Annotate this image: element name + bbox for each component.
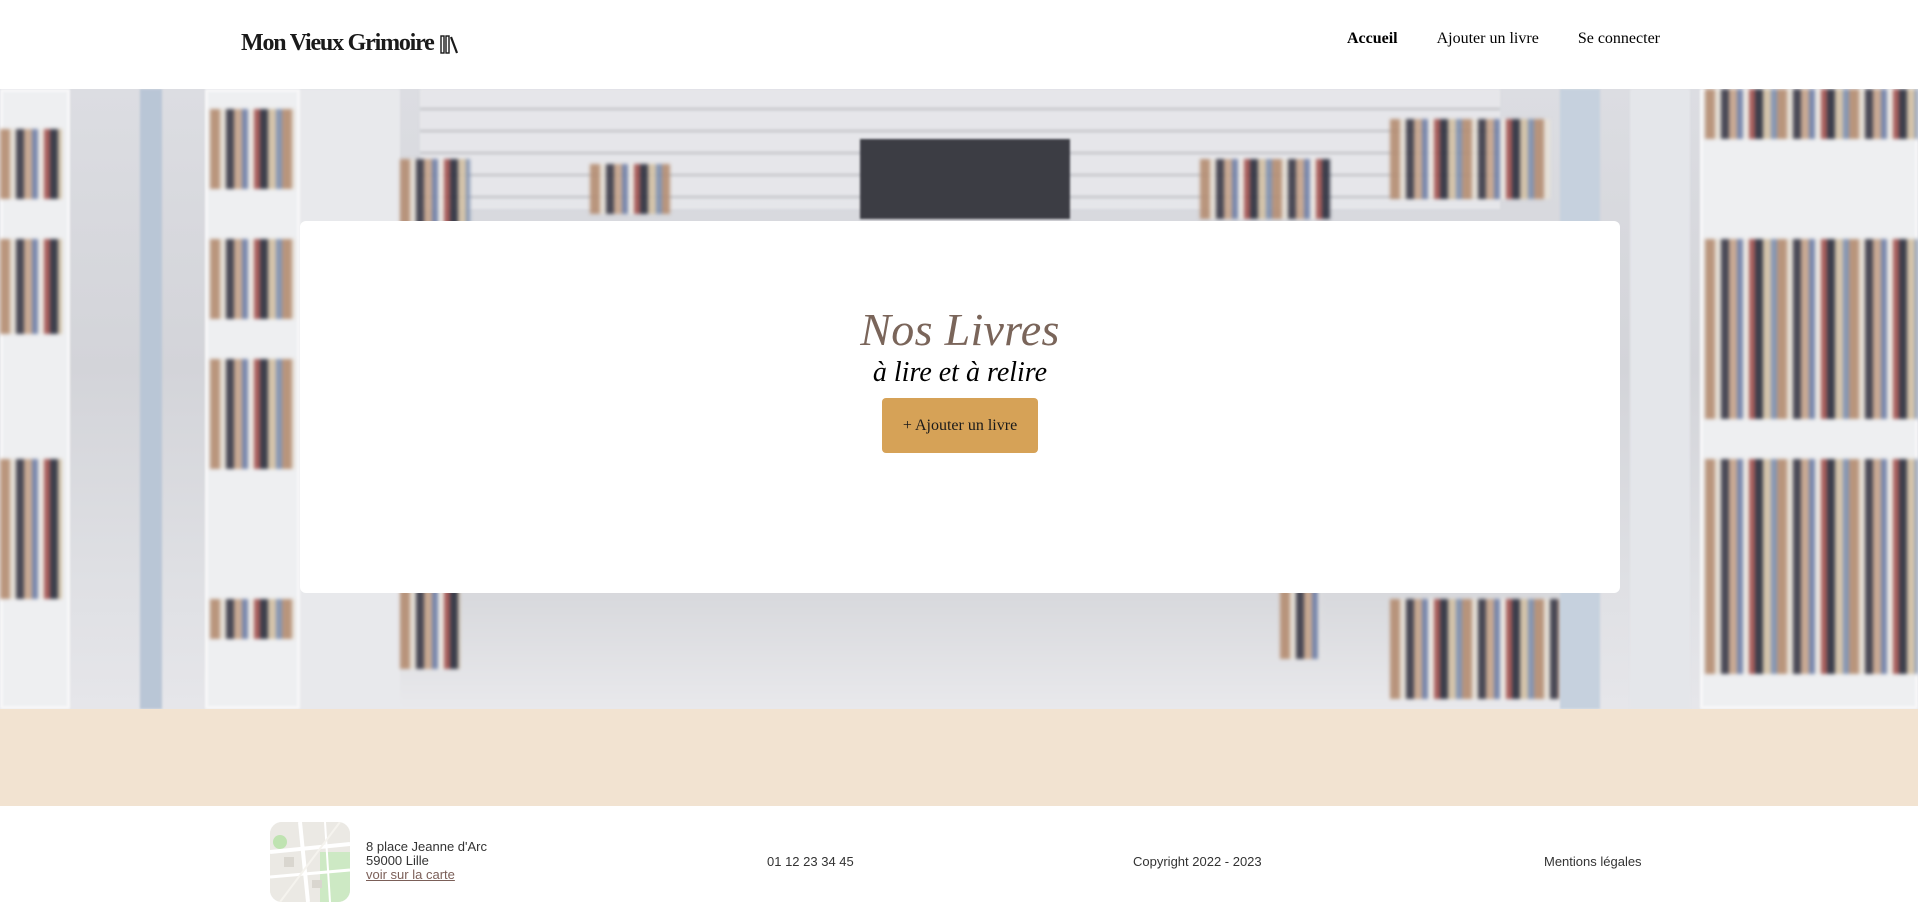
address-line-city: 59000 Lille — [366, 853, 429, 868]
beige-band — [0, 709, 1918, 806]
address-line-street: 8 place Jeanne d'Arc — [366, 839, 488, 854]
site-header: Mon Vieux Grimoire Accueil Ajouter un li… — [0, 0, 1918, 89]
books-icon — [439, 34, 458, 54]
phone-number: 01 12 23 34 45 — [767, 854, 854, 869]
page-title: Nos Livres — [860, 304, 1060, 355]
address: 8 place Jeanne d'Arc 59000 Lille voir su… — [366, 840, 487, 882]
main-nav: Accueil Ajouter un livre Se connecter — [1347, 30, 1660, 48]
legal-notice-link[interactable]: Mentions légales — [1544, 854, 1642, 869]
add-book-button[interactable]: + Ajouter un livre — [882, 398, 1038, 453]
page-subtitle: à lire et à relire — [872, 357, 1048, 388]
hero-banner: Nos Livres à lire et à relire + Ajouter … — [0, 89, 1918, 709]
nav-link-accueil[interactable]: Accueil — [1347, 30, 1398, 48]
map-icon — [270, 822, 350, 902]
logo-text: Mon Vieux Grimoire — [241, 30, 435, 56]
books-intro-card: Nos Livres à lire et à relire + Ajouter … — [300, 221, 1620, 593]
logo[interactable]: Mon Vieux Grimoire — [241, 30, 460, 57]
nav-link-se-connecter[interactable]: Se connecter — [1578, 30, 1660, 48]
map-link[interactable]: voir sur la carte — [366, 867, 455, 882]
nav-link-ajouter-livre[interactable]: Ajouter un livre — [1437, 30, 1539, 48]
site-footer: 8 place Jeanne d'Arc 59000 Lille voir su… — [0, 806, 1918, 918]
copyright: Copyright 2022 - 2023 — [1133, 854, 1262, 869]
map-thumbnail[interactable] — [270, 822, 350, 902]
